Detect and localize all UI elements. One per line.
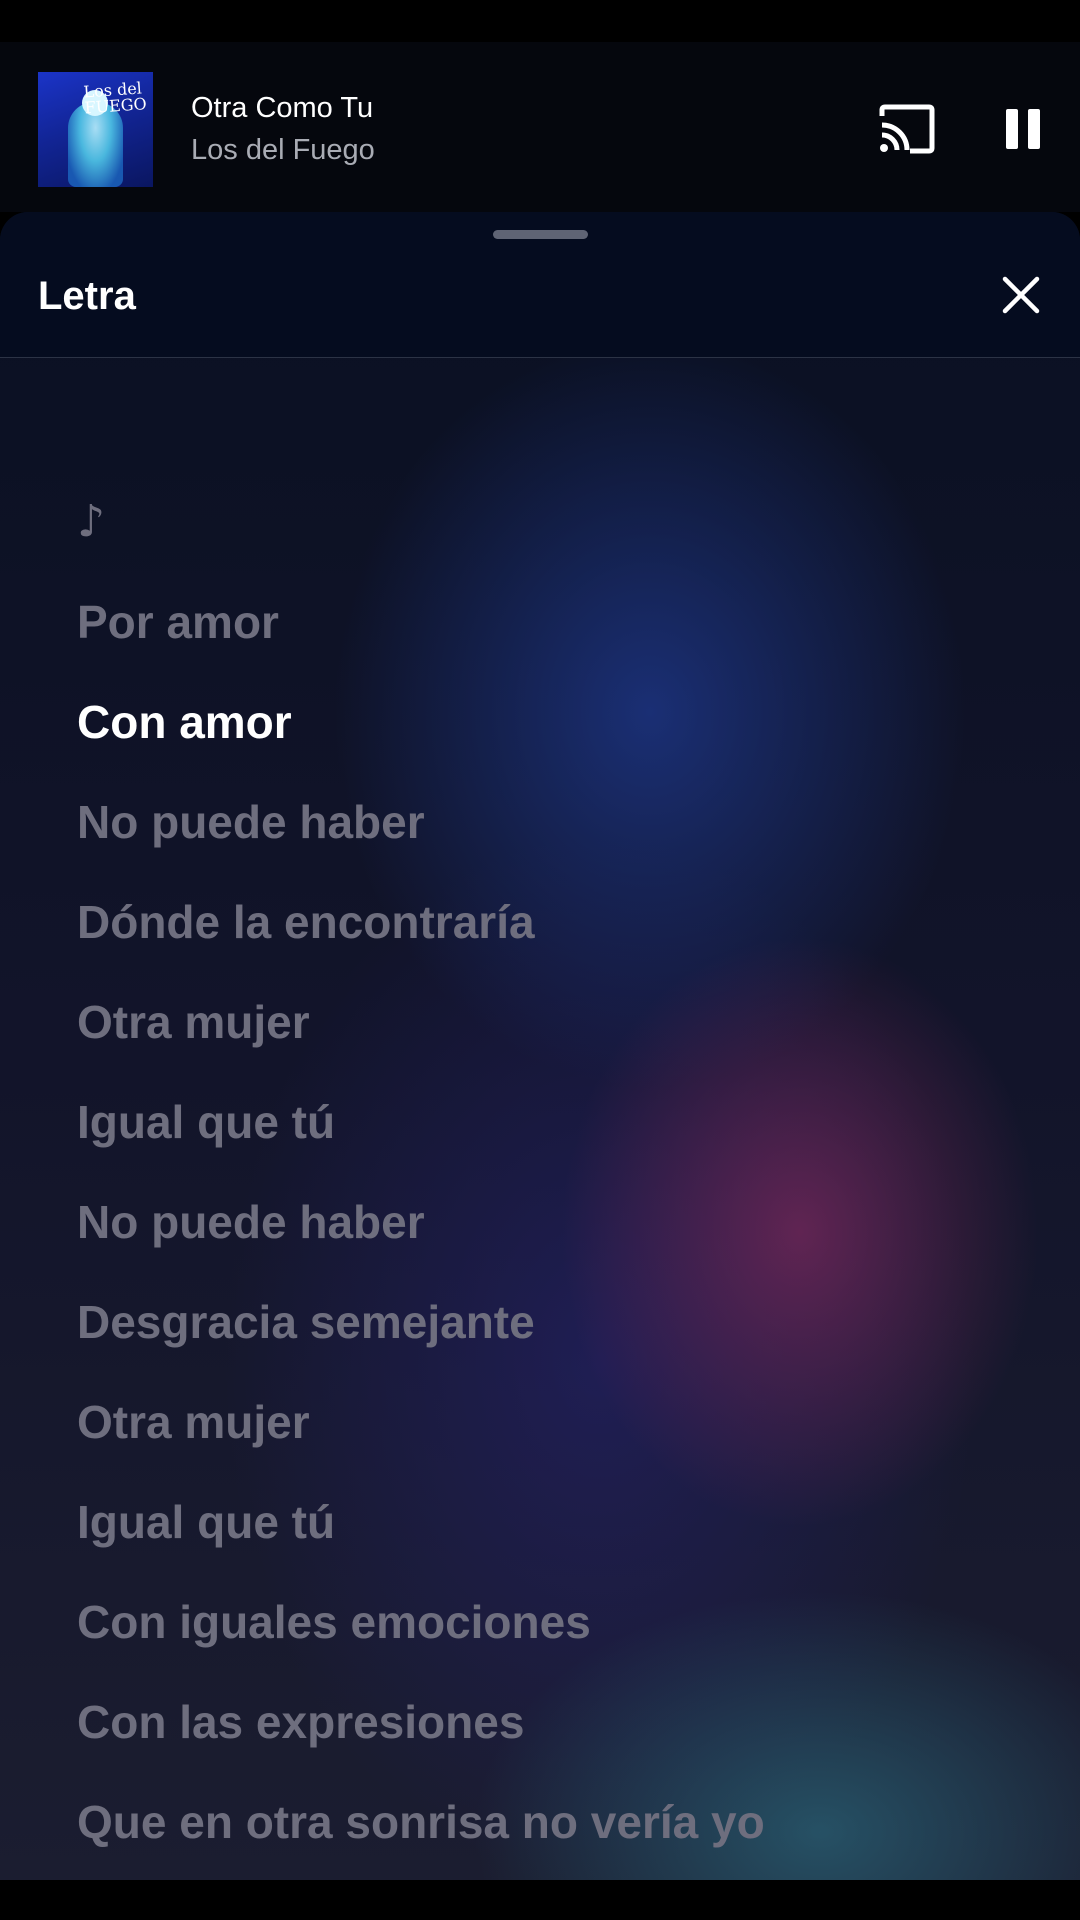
lyrics-title: Letra (38, 274, 136, 318)
lyric-line[interactable]: Dónde la encontraría (77, 892, 535, 952)
lyric-line[interactable]: No puede haber (77, 1192, 425, 1252)
cast-icon (879, 104, 935, 154)
close-icon (1002, 276, 1040, 314)
mini-player[interactable]: Los del FUEGO Otra Como Tu Los del Fuego (0, 42, 1080, 212)
song-title[interactable]: Otra Como Tu (191, 92, 373, 125)
lyric-line[interactable]: Con iguales emociones (77, 1592, 591, 1652)
lyric-line[interactable]: Por amor (77, 592, 279, 652)
pause-button[interactable] (1000, 104, 1046, 154)
lyric-line[interactable]: Otra mujer (77, 992, 310, 1052)
lyric-line[interactable]: Igual que tú (77, 1492, 335, 1552)
close-button[interactable] (1000, 274, 1042, 316)
lyric-line[interactable]: Igual que tú (77, 1092, 335, 1152)
drag-handle[interactable] (493, 230, 588, 239)
lyric-line[interactable]: Que en otra sonrisa no vería yo (77, 1792, 765, 1852)
lyrics-sheet: Letra ♪ Por amor Con amor No puede haber Dó… (0, 212, 1080, 1880)
pause-icon-bar-right (1028, 109, 1040, 149)
lyric-line[interactable]: Otra mujer (77, 1392, 310, 1452)
lyrics-sheet-header: Letra (0, 212, 1080, 358)
navigation-bar (0, 1880, 1080, 1920)
artist-name[interactable]: Los del Fuego (191, 134, 375, 167)
lyric-line[interactable]: No puede haber (77, 792, 425, 852)
status-bar (0, 0, 1080, 42)
music-note-icon: ♪ (77, 496, 106, 547)
lyric-line[interactable]: Desgracia semejante (77, 1292, 535, 1352)
cast-button[interactable] (878, 104, 936, 154)
album-art[interactable]: Los del FUEGO (38, 72, 153, 187)
lyric-line[interactable]: Con las expresiones (77, 1692, 524, 1752)
lyric-line-active[interactable]: Con amor (77, 692, 292, 752)
album-art-logo: Los del FUEGO (82, 78, 148, 118)
pause-icon-bar-left (1006, 109, 1018, 149)
